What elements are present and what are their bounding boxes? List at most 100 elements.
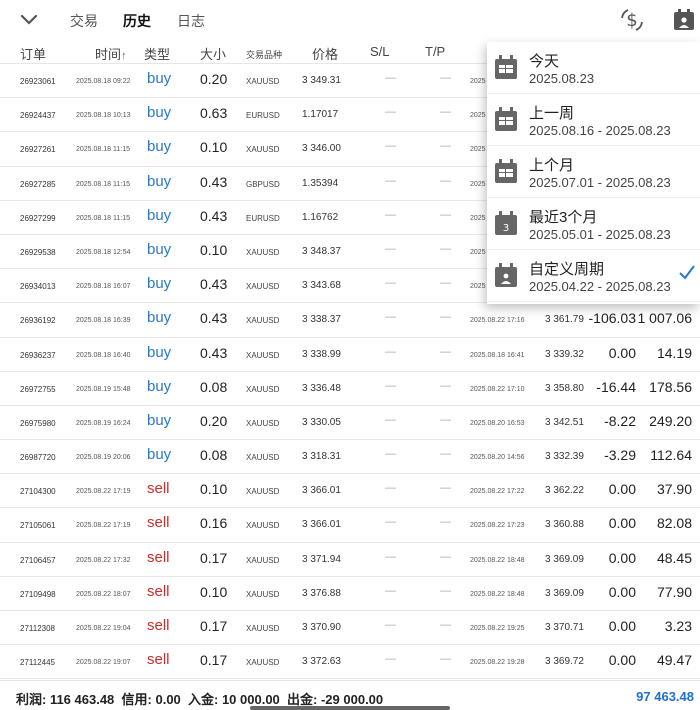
row-open-time: 2025.08.22 17:32 <box>76 556 131 564</box>
row-open-time: 2025.08.18 11:15 <box>76 180 130 188</box>
row-symbol: EURUSD <box>246 213 280 223</box>
table-row[interactable]: 27105061 2025.08.22 17:19 sell 0.16 XAUUSD 3 … <box>0 508 700 543</box>
row-swap: 0.00 <box>608 344 636 361</box>
period-option[interactable]: 今天 2025.08.23 <box>487 42 700 94</box>
row-close-price: 3 362.22 <box>545 485 584 497</box>
row-open-time: 2025.08.22 18:07 <box>76 590 131 598</box>
row-open-time: 2025.08.19 15:48 <box>76 385 131 393</box>
row-order: 26924437 <box>20 111 56 121</box>
calendar-period-icon[interactable] <box>672 8 696 32</box>
row-size: 0.43 <box>200 276 228 293</box>
row-swap: 0.00 <box>608 481 636 498</box>
row-size: 0.43 <box>200 173 228 190</box>
row-order: 27109498 <box>20 589 56 599</box>
row-type: sell <box>147 480 170 498</box>
row-tp: — <box>440 516 451 529</box>
col-size[interactable]: 大小 <box>200 44 226 63</box>
col-order[interactable]: 订单 <box>20 44 46 63</box>
calendar-custom-icon <box>495 263 517 287</box>
row-profit: 249.20 <box>649 412 692 429</box>
period-option[interactable]: 上一周 2025.08.16 - 2025.08.23 <box>487 94 700 146</box>
table-row[interactable]: 26936192 2025.08.18 16:39 buy 0.43 XAUUSD 3 3… <box>0 303 700 338</box>
table-row[interactable]: 26972755 2025.08.19 15:48 buy 0.08 XAUUSD 3 3… <box>0 372 700 406</box>
row-close-time: 2025 <box>470 214 486 222</box>
row-symbol: XAUUSD <box>246 77 280 86</box>
table-row[interactable]: 27112445 2025.08.22 19:07 sell 0.17 XAUUSD 3 … <box>0 645 700 680</box>
tab-history[interactable]: 历史 <box>123 11 151 31</box>
row-open-price: 3 346.00 <box>302 143 341 155</box>
row-order: 26923061 <box>20 77 56 86</box>
calendar-3months-icon: 3 <box>495 211 517 235</box>
row-profit: 49.47 <box>656 652 692 669</box>
table-row[interactable]: 27104300 2025.08.22 17:19 sell 0.10 XAUUSD 3 … <box>0 474 700 509</box>
table-row[interactable]: 26987720 2025.08.19 20:06 buy 0.08 XAUUSD 3 3… <box>0 440 700 475</box>
col-symbol[interactable]: 交易品种 <box>246 48 282 61</box>
summary-profit: 利润: 116 463.48 <box>16 692 115 707</box>
period-label: 上一周 <box>529 105 575 122</box>
col-time[interactable]: 时间↑ <box>95 44 127 63</box>
row-size: 0.10 <box>200 241 228 258</box>
row-type: sell <box>147 651 170 669</box>
row-tp: — <box>440 550 451 563</box>
row-close-time: 2025 <box>470 248 486 256</box>
row-close-price: 3 358.80 <box>545 382 584 394</box>
row-profit: 48.45 <box>656 549 692 566</box>
row-close-price: 3 339.32 <box>545 348 584 360</box>
row-profit: 1 007.06 <box>637 310 693 327</box>
row-sl: — <box>385 72 396 84</box>
row-order: 26927261 <box>20 145 56 155</box>
row-symbol: EURUSD <box>246 111 280 121</box>
row-close-time: 2025 <box>470 180 486 188</box>
table-row[interactable]: 27106457 2025.08.22 17:32 sell 0.17 XAUUSD 3 … <box>0 543 700 577</box>
period-option[interactable]: 自定义周期 2025.04.22 - 2025.08.23 <box>487 250 700 302</box>
row-close-price: 3 370.71 <box>545 622 584 633</box>
period-dropdown: 今天 2025.08.23 上一周 2025.08.16 - 2025.08.23 上个… <box>487 42 700 304</box>
calendar-icon <box>495 55 517 79</box>
period-option[interactable]: 3 最近3个月 2025.05.01 - 2025.08.23 <box>487 198 700 250</box>
chevron-down-icon[interactable] <box>18 10 40 30</box>
row-open-price: 3 338.99 <box>302 348 341 360</box>
row-open-price: 3 372.63 <box>302 656 341 668</box>
row-sl: — <box>385 653 396 666</box>
row-symbol: XAUUSD <box>246 658 280 668</box>
row-order: 27112308 <box>20 624 55 633</box>
tab-journal[interactable]: 日志 <box>177 11 205 31</box>
table-row[interactable]: 26936237 2025.08.18 16:40 buy 0.43 XAUUSD 3 3… <box>0 338 700 372</box>
summary-deposit: 入金: 10 000.00 <box>188 692 280 707</box>
row-close-time: 2025.08.22 17:10 <box>470 385 525 393</box>
row-swap: 0.00 <box>608 515 636 532</box>
row-sl: — <box>385 448 396 461</box>
tab-trade[interactable]: 交易 <box>70 11 98 31</box>
period-label: 自定义周期 <box>529 261 605 278</box>
row-order: 26929538 <box>20 247 56 257</box>
row-close-time: 2025.08.22 19:25 <box>470 625 525 632</box>
col-sl[interactable]: S/L <box>370 44 390 59</box>
row-sl: — <box>385 550 396 563</box>
col-type[interactable]: 类型 <box>144 44 170 63</box>
row-open-price: 3 318.31 <box>302 451 341 463</box>
period-option[interactable]: 上个月 2025.07.01 - 2025.08.23 <box>487 146 700 198</box>
row-order: 26936192 <box>20 316 56 326</box>
row-order: 26987720 <box>20 453 56 463</box>
row-size: 0.43 <box>200 344 228 361</box>
dollar-refresh-icon[interactable]: $ <box>618 6 646 34</box>
row-order: 27106457 <box>20 555 56 565</box>
table-row[interactable]: 27109498 2025.08.22 18:07 sell 0.10 XAUUSD 3 … <box>0 577 700 611</box>
row-profit: 3.23 <box>664 618 692 634</box>
row-size: 0.16 <box>200 515 228 532</box>
row-open-price: 3 349.31 <box>302 75 341 86</box>
row-type: sell <box>147 582 170 600</box>
row-close-price: 3 332.39 <box>545 451 584 463</box>
col-price[interactable]: 价格 <box>312 44 338 63</box>
row-swap: 0.00 <box>608 549 636 566</box>
period-label: 今天 <box>529 53 560 70</box>
row-sl: — <box>385 345 396 358</box>
table-row[interactable]: 26975980 2025.08.19 16:24 buy 0.20 XAUUSD 3 3… <box>0 406 700 441</box>
row-symbol: GBPUSD <box>246 179 280 189</box>
table-row[interactable]: 27112308 2025.08.22 19:04 sell 0.17 XAUUSD 3 … <box>0 611 700 646</box>
row-open-price: 3 376.88 <box>302 587 341 599</box>
row-open-time: 2025.08.18 11:15 <box>76 214 130 222</box>
col-tp[interactable]: T/P <box>425 44 445 59</box>
row-open-time: 2025.08.18 09:22 <box>76 78 131 85</box>
summary-credit: 信用: 0.00 <box>121 692 181 707</box>
